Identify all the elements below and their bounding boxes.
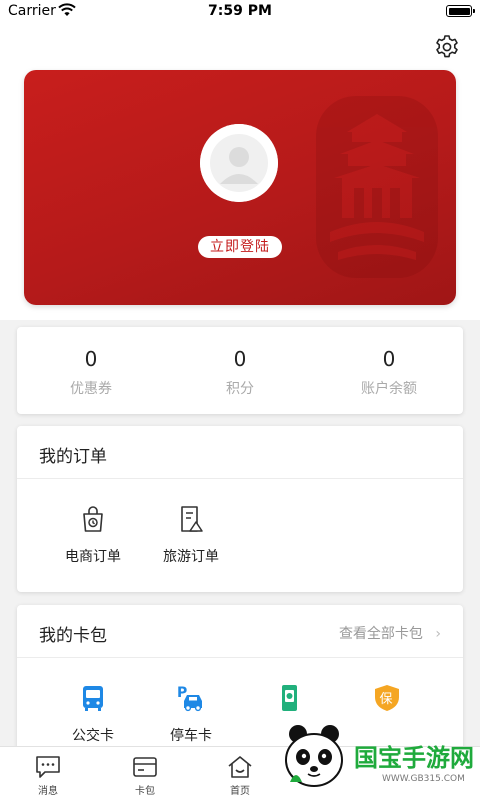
stats-panel: 0 优惠券 0 积分 0 账户余额	[17, 327, 463, 414]
view-all-cards-link[interactable]: 查看全部卡包 ›	[339, 623, 441, 643]
login-button[interactable]: 立即登陆	[198, 236, 282, 258]
status-bar: Carrier 7:59 PM	[0, 0, 480, 26]
parking-car-icon: P	[177, 685, 202, 712]
stat-label: 优惠券	[70, 381, 112, 397]
view-all-label: 查看全部卡包	[338, 626, 423, 642]
default-avatar-icon	[200, 124, 278, 202]
ecommerce-orders-button[interactable]: 电商订单	[48, 504, 138, 566]
panda-logo-icon	[285, 725, 343, 787]
watermark-text: 国宝手游网	[354, 744, 474, 772]
divider	[17, 657, 463, 658]
green-card-icon	[282, 685, 297, 711]
stat-balance[interactable]: 0 账户余额	[315, 327, 463, 414]
tab-card-wallet[interactable]: 卡包	[105, 747, 185, 800]
battery-icon	[446, 5, 475, 17]
bus-icon	[83, 686, 103, 711]
orders-title: 我的订单	[39, 447, 107, 467]
svg-text:保: 保	[380, 692, 393, 707]
tab-messages[interactable]: 消息	[8, 747, 88, 800]
grid-label: 电商订单	[65, 549, 121, 565]
shopping-bag-icon	[83, 506, 103, 532]
stat-value: 0	[233, 347, 247, 371]
stat-coupons[interactable]: 0 优惠券	[17, 327, 165, 414]
grid-label: 旅游订单	[163, 549, 219, 565]
settings-gear-icon[interactable]	[434, 34, 460, 60]
stat-value: 0	[84, 347, 98, 371]
profile-card: 立即登陆	[24, 70, 456, 305]
stat-points[interactable]: 0 积分	[166, 327, 314, 414]
parking-card-button[interactable]: P 停车卡	[146, 683, 236, 745]
bus-card-button[interactable]: 公交卡	[48, 683, 138, 745]
divider	[17, 478, 463, 479]
stat-value: 0	[382, 347, 396, 371]
travel-doc-icon	[181, 506, 203, 532]
watermark-url: WWW.GB315.COM	[382, 774, 465, 784]
watermark-logo: 国宝手游网 WWW.GB315.COM	[268, 716, 480, 800]
pavilion-emblem-icon	[316, 96, 438, 278]
cards-title: 我的卡包	[39, 626, 107, 646]
tab-label: 消息	[38, 786, 58, 797]
avatar[interactable]	[200, 124, 278, 202]
insurance-shield-icon: 保	[375, 685, 399, 711]
clock: 7:59 PM	[208, 3, 272, 19]
grid-label: 公交卡	[72, 728, 114, 744]
card-wallet-icon	[133, 757, 157, 777]
orders-panel: 我的订单 电商订单 旅游订单	[17, 426, 463, 592]
home-icon	[228, 756, 252, 778]
grid-label: 停车卡	[170, 728, 212, 744]
travel-orders-button[interactable]: 旅游订单	[146, 504, 236, 566]
stat-label: 账户余额	[361, 381, 417, 397]
stat-label: 积分	[226, 381, 254, 397]
chevron-right-icon: ›	[435, 626, 441, 642]
tab-label: 卡包	[135, 786, 155, 797]
message-icon	[36, 756, 60, 778]
